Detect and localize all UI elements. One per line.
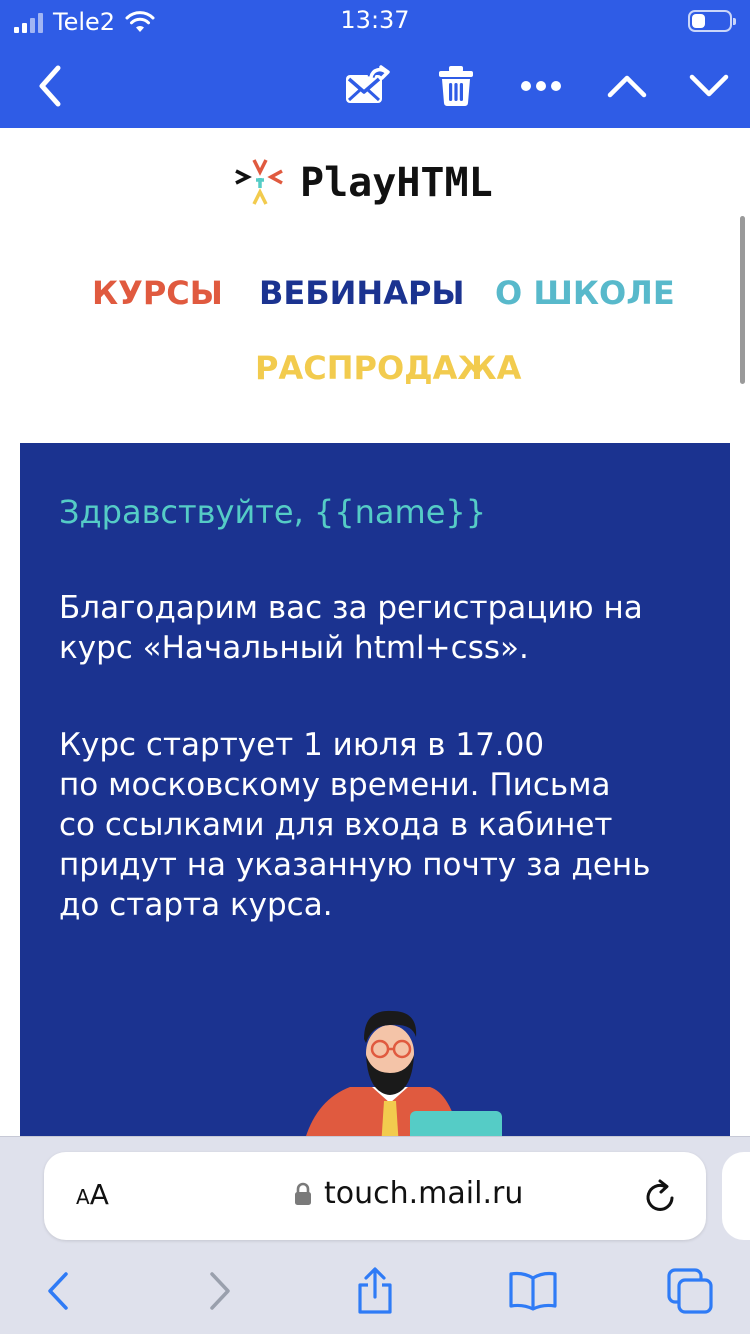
previous-message-button[interactable] [600,44,654,128]
text-line: курс «Начальный html+css». [59,630,529,666]
email-body[interactable]: PlayHTML КУРСЫ ВЕБИНАРЫ О ШКОЛЕ РАСПРОДА… [0,128,750,1138]
delete-button[interactable] [428,44,484,128]
text-line: Благодарим вас за регистрацию на [59,590,643,626]
text-line: придут на указанную почту за день [59,847,651,883]
reload-icon [646,1179,674,1211]
next-message-button[interactable] [682,44,736,128]
bookmarks-icon [509,1271,557,1311]
aa-large: A [89,1178,109,1211]
battery-level [692,14,705,28]
nav-link-sale[interactable]: РАСПРОДАЖА [255,349,521,387]
page-settings-button[interactable]: AA [76,1178,109,1211]
tabs-button[interactable] [664,1265,716,1317]
welcome-banner: Здравствуйте, {{name}} Благодарим вас за… [20,443,730,1138]
browser-forward-button[interactable] [198,1265,242,1317]
back-button[interactable] [22,44,78,128]
course-start-paragraph: Курс стартует 1 июля в 17.00 по московск… [59,725,699,925]
move-to-folder-icon [346,65,390,103]
more-button[interactable] [512,44,570,128]
nav-link-webinars[interactable]: ВЕБИНАРЫ [259,274,465,312]
back-chevron-icon [39,65,61,107]
reload-button[interactable] [644,1178,678,1218]
next-tab-preview[interactable] [722,1152,750,1240]
tabs-icon [667,1268,713,1314]
more-icon [521,81,561,91]
playhtml-logo[interactable]: PlayHTML [234,158,493,208]
url-display[interactable]: touch.mail.ru [294,1176,523,1211]
browser-toolbar: AA touch.mail.ru [0,1136,750,1334]
next-message-icon [689,74,729,97]
greeting-heading: Здравствуйте, {{name}} [59,493,487,531]
battery-icon [688,10,736,32]
bookmarks-button[interactable] [506,1265,560,1317]
text-line: до старта курса. [59,887,333,923]
previous-message-icon [607,75,647,98]
browser-back-button[interactable] [36,1265,80,1317]
aa-small: A [76,1185,90,1209]
share-button[interactable] [352,1265,398,1317]
status-bar: Tele2 13:37 [0,0,750,44]
trash-icon [439,66,473,106]
mail-toolbar [0,44,750,128]
text-line: со ссылками для входа в кабинет [59,807,613,843]
forward-arrow-icon [210,1272,230,1310]
text-line: Курс стартует 1 июля в 17.00 [59,727,545,763]
nav-link-courses[interactable]: КУРСЫ [92,274,223,312]
logo-text: PlayHTML [300,160,493,206]
address-bar[interactable]: AA touch.mail.ru [44,1152,706,1240]
text-line: по московскому времени. Письма [59,767,611,803]
status-time: 13:37 [340,6,410,34]
share-icon [358,1267,392,1314]
move-to-folder-button[interactable] [336,44,398,128]
nav-link-about[interactable]: О ШКОЛЕ [495,274,675,312]
playhtml-logo-mark-icon [235,159,283,205]
thanks-paragraph: Благодарим вас за регистрацию на курс «Н… [59,588,699,668]
teacher-illustration [305,1010,502,1138]
scroll-indicator[interactable] [740,216,745,384]
lock-icon [295,1182,311,1205]
url-text: touch.mail.ru [324,1176,524,1211]
back-arrow-icon [48,1272,68,1310]
